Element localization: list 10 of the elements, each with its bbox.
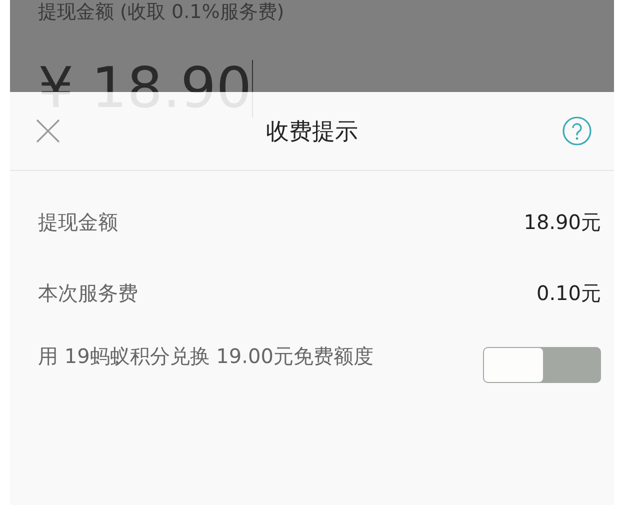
fee-value: 0.10元 [536, 280, 601, 307]
fee-label: 本次服务费 [38, 280, 138, 307]
sheet-title: 收费提示 [266, 118, 358, 146]
help-icon[interactable] [562, 116, 592, 146]
fee-label: 提现金额 [38, 209, 118, 236]
points-option-text: 用 19蚂蚁积分兑换 19.00元免费额度 [38, 343, 374, 370]
amount-label: 提现金额 (收取 0.1%服务费) [38, 0, 284, 24]
close-icon[interactable] [36, 119, 60, 143]
toggle-switch[interactable] [483, 347, 601, 383]
fee-value: 18.90元 [524, 209, 601, 236]
